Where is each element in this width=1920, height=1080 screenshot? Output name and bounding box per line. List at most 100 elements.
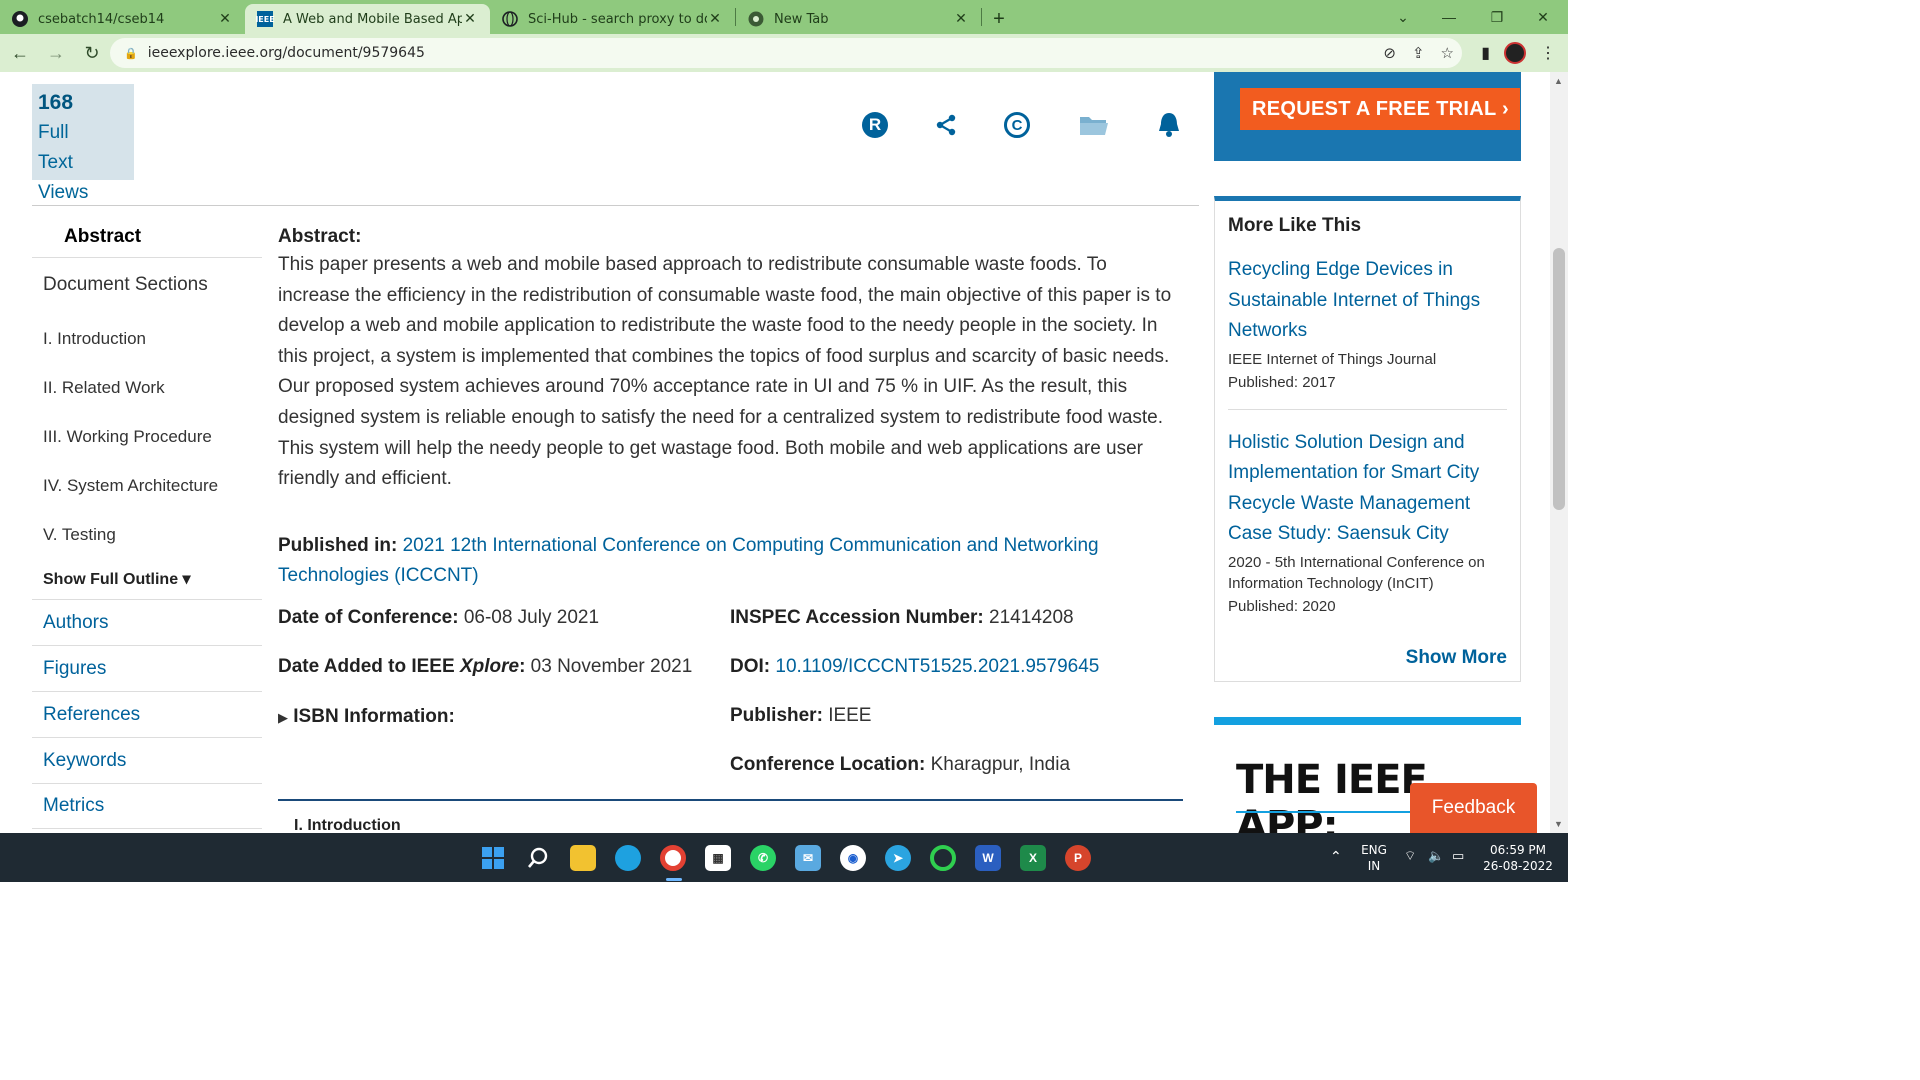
conference-link[interactable]: 2021 12th International Conference on Co… [278,535,1099,587]
menu-kebab-icon[interactable]: ⋮ [1540,43,1556,63]
sidepanel-icon[interactable]: ▮ [1481,43,1490,63]
copyright-icon[interactable]: C [1002,110,1032,140]
tab-ieee[interactable]: IEEE A Web and Mobile Based Approach ✕ [245,4,490,34]
nav-abstract[interactable]: Abstract [32,216,262,258]
new-tab-button[interactable]: + [982,4,1016,34]
wifi-icon[interactable]: ⌔ [1404,849,1416,865]
related-article: Holistic Solution Design and Implementat… [1228,428,1507,615]
published-in: Published in: 2021 12th International Co… [278,531,1183,592]
feedback-button[interactable]: Feedback [1410,783,1537,833]
reload-icon[interactable]: ↻ [76,37,108,69]
chrome-icon[interactable] [660,845,686,871]
maximize-button[interactable]: ❐ [1474,0,1520,34]
file-explorer-icon[interactable] [570,845,596,871]
forward-arrow-icon[interactable]: → [40,37,72,69]
nav-metrics[interactable]: Metrics [32,783,262,829]
section-link-introduction[interactable]: I. Introduction [32,314,262,363]
edge-icon[interactable] [615,845,641,871]
language-indicator[interactable]: ENG IN [1358,842,1390,874]
store-icon[interactable]: ▦ [705,845,731,871]
app-icon[interactable]: ◉ [840,845,866,871]
more-like-this-panel: More Like This Recycling Edge Devices in… [1214,196,1521,682]
tab-newtab[interactable]: New Tab ✕ [736,4,981,34]
show-more-link[interactable]: Show More [1406,647,1507,669]
nav-keywords[interactable]: Keywords [32,737,262,783]
share-icon[interactable]: ⇪ [1412,44,1425,62]
tab-scihub[interactable]: Sci-Hub - search proxy to download ✕ [490,4,735,34]
document-nav: Abstract Document Sections I. Introducti… [32,216,262,829]
show-full-outline-button[interactable]: Show Full Outline ▾ [32,559,262,599]
close-tab-icon[interactable]: ✕ [953,11,969,27]
related-article-link[interactable]: Recycling Edge Devices in Sustainable In… [1228,255,1507,347]
chevron-up-icon[interactable]: ⌃ [1330,849,1342,865]
excel-icon[interactable]: X [1020,845,1046,871]
related-article-published: Published: 2020 [1228,597,1336,615]
section-link-related-work[interactable]: II. Related Work [32,363,262,412]
related-article-source: 2020 - 5th International Conference on I… [1228,553,1485,592]
scrollbar-thumb[interactable] [1553,248,1565,510]
date-of-conference-value: 06-08 July 2021 [463,607,600,628]
related-article-link[interactable]: Holistic Solution Design and Implementat… [1228,428,1507,550]
word-icon[interactable]: W [975,845,1001,871]
close-tab-icon[interactable]: ✕ [707,11,723,27]
powerpoint-icon[interactable]: P [1065,845,1091,871]
inspec-label: INSPEC Accession Number: [730,607,984,628]
nav-references[interactable]: References [32,691,262,737]
full-text-views-metric[interactable]: 168 Full Text Views [32,84,134,203]
scroll-up-icon[interactable]: ▲ [1554,76,1563,86]
mail-icon[interactable]: ✉ [795,845,821,871]
doi: DOI: 10.1109/ICCCNT51525.2021.9579645 [730,656,1099,678]
abstract-label: Abstract: [278,226,362,247]
location-value: Kharagpur, India [930,754,1071,775]
share-icon[interactable] [931,110,961,140]
address-bar[interactable]: 🔒 ieeexplore.ieee.org/document/9579645 ⊘… [110,38,1462,68]
tab-title: Sci-Hub - search proxy to download [528,11,707,27]
close-window-button[interactable]: ✕ [1520,0,1566,34]
isbn-toggle[interactable]: ▶ ISBN Information: [278,706,455,728]
section-link-working-procedure[interactable]: III. Working Procedure [32,412,262,461]
star-icon[interactable]: ☆ [1441,44,1454,62]
clock[interactable]: 06:59 PM 26-08-2022 [1478,842,1558,874]
tab-github[interactable]: csebatch14/cseb14 ✕ [0,4,245,34]
ad-banner-top[interactable]: REQUEST A FREE TRIAL › [1214,72,1521,161]
section-link-system-architecture[interactable]: IV. System Architecture [32,461,262,510]
page-scrollbar[interactable]: ▲ ▼ [1550,72,1568,833]
doi-link[interactable]: 10.1109/ICCCNT51525.2021.9579645 [775,656,1099,677]
section-link-testing[interactable]: V. Testing [32,510,262,559]
back-arrow-icon[interactable]: ← [4,37,36,69]
date-added-label: Date Added to IEEE Xplore: [278,656,526,677]
abstract-section: Abstract: This paper presents a web and … [278,226,1183,592]
eye-off-icon[interactable]: ⊘ [1383,44,1396,62]
tab-search-icon[interactable]: ⌄ [1380,0,1426,34]
rights-icon[interactable]: R [860,110,890,140]
clock-time: 06:59 PM [1490,843,1546,857]
avatar[interactable] [1504,42,1526,64]
date-of-conference: Date of Conference: 06-08 July 2021 [278,607,599,629]
nav-authors[interactable]: Authors [32,599,262,645]
more-like-this-title: More Like This [1228,215,1362,236]
telegram-icon[interactable]: ➤ [885,845,911,871]
speaker-icon[interactable]: 🔈 [1428,849,1444,865]
request-trial-button[interactable]: REQUEST A FREE TRIAL › [1240,88,1520,130]
tab-strip: csebatch14/cseb14 ✕ IEEE A Web and Mobil… [0,0,1568,34]
views-label-text-views: Text Views [38,152,89,203]
search-icon[interactable] [525,845,551,871]
active-app-indicator [666,878,682,881]
published-in-label: Published in: [278,534,398,556]
windows-start-icon[interactable] [480,845,506,871]
browser-toolbar: ← → ↻ 🔒 ieeexplore.ieee.org/document/957… [0,34,1568,72]
scroll-down-icon[interactable]: ▼ [1554,819,1563,829]
lang-line1: ENG [1361,843,1387,857]
globe-icon [502,11,518,27]
circle-app-icon[interactable] [930,845,956,871]
whatsapp-icon[interactable]: ✆ [750,845,776,871]
battery-icon[interactable]: ▭ [1452,849,1464,865]
publisher: Publisher: IEEE [730,705,872,727]
minimize-button[interactable]: — [1426,0,1472,34]
bell-icon[interactable] [1154,110,1184,140]
clock-date: 26-08-2022 [1483,859,1553,873]
nav-figures[interactable]: Figures [32,645,262,691]
close-tab-icon[interactable]: ✕ [217,11,233,27]
close-tab-icon[interactable]: ✕ [462,11,478,27]
folder-icon[interactable] [1077,110,1111,140]
